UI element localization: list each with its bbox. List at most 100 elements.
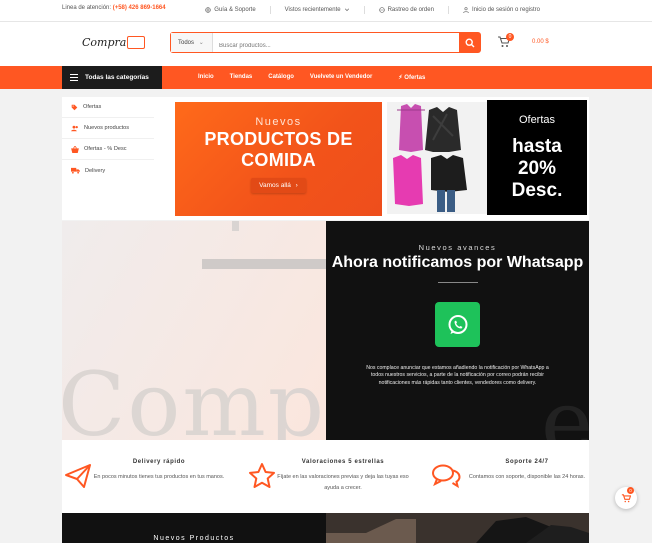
search-bar: Todos ⌄ xyxy=(170,32,481,53)
discount-promo-banner[interactable]: Ofertas hasta 20% Desc. xyxy=(487,100,587,215)
menu-icon xyxy=(70,74,78,81)
food-promo-cta-label: Vamos allá xyxy=(259,182,291,189)
sidebar-item-delivery[interactable]: Delivery xyxy=(62,160,154,181)
hotline-number[interactable]: (+58) 426 869-1664 xyxy=(113,5,166,11)
clothing-image xyxy=(387,102,487,214)
divider xyxy=(269,6,271,14)
feature-title: Soporte 24/7 xyxy=(505,459,549,465)
cart-icon xyxy=(621,493,631,502)
hotline-label: Linea de atención: xyxy=(62,5,112,11)
feature-ratings: Valoraciones 5 estrellas Fíjate en las v… xyxy=(246,440,421,513)
globe-icon xyxy=(205,7,211,13)
lightning-icon: ⚡︎ xyxy=(398,75,403,81)
feature-description: En pocos minutos tienes tus productos en… xyxy=(93,474,225,480)
top-bar: Linea de atención: (+58) 426 869-1664 Gu… xyxy=(0,0,652,22)
hero-description: Nos complace anunciar que estamos añadie… xyxy=(366,365,549,386)
login-register-link[interactable]: Inicio de sesión o registro xyxy=(463,6,540,14)
whatsapp-hero: Compra e Nuevos avances Ahora notificamo… xyxy=(62,221,589,440)
divider xyxy=(447,6,449,14)
cart-count-badge: 0 xyxy=(506,33,514,41)
guide-support-label: Guía & Soporte xyxy=(214,7,256,13)
shoes-image xyxy=(326,513,589,543)
hero-title: Ahora notificamos por Whatsapp xyxy=(331,254,584,271)
nav-item-catalogo[interactable]: Catálogo xyxy=(268,74,294,81)
sidebar-item-descuento[interactable]: Ofertas - % Desc xyxy=(62,139,154,160)
food-promo-cta-button[interactable]: Vamos allá › xyxy=(251,178,306,193)
hero-eyebrow: Nuevos avances xyxy=(418,243,497,252)
new-products-banner[interactable]: Nuevos Productos xyxy=(62,513,326,543)
hero-brand-panel: Compra xyxy=(62,221,326,440)
nav-item-ofertas[interactable]: ⚡︎ Ofertas xyxy=(398,74,425,81)
sidebar-item-label: Ofertas xyxy=(83,104,102,110)
new-products-title: Nuevos Productos xyxy=(153,535,235,542)
users-icon xyxy=(71,125,78,131)
discount-promo-value: hasta 20% Desc. xyxy=(487,136,587,202)
guide-support-link[interactable]: Guía & Soporte xyxy=(205,6,256,14)
globe-icon xyxy=(378,7,385,13)
feature-description: Fíjate en las valoraciones previas y dej… xyxy=(277,474,409,491)
feature-title: Delivery rápido xyxy=(132,459,186,465)
recently-viewed-link[interactable]: Vistos recientemente xyxy=(285,6,350,14)
paper-plane-icon xyxy=(62,460,94,492)
search-category-label: Todos xyxy=(178,40,195,46)
search-button[interactable] xyxy=(459,33,480,52)
hotline: Linea de atención: (+58) 426 869-1664 xyxy=(62,5,166,11)
truck-icon xyxy=(71,167,80,174)
search-category-select[interactable]: Todos ⌄ xyxy=(171,33,213,52)
hero-announcement-panel: e Nuevos avances Ahora notificamos por W… xyxy=(326,221,589,440)
feature-description: Contamos con soporte, disponible las 24 … xyxy=(468,474,586,480)
nav-item-vendedor[interactable]: Vuelvete un Vendedor xyxy=(310,74,372,81)
chevron-down-icon xyxy=(344,8,349,12)
shopping-bag-icon xyxy=(127,35,146,49)
decor-shape xyxy=(232,221,239,231)
discount-promo-line: Desc. xyxy=(511,180,563,201)
top-links: Guía & Soporte Vistos recientemente Rast… xyxy=(205,6,540,14)
header-cart[interactable]: 0 0.00 $ xyxy=(497,33,549,48)
category-sidebar: Ofertas Nuevos productos Ofertas - % Des… xyxy=(62,97,162,220)
shoes-banner-image[interactable] xyxy=(326,513,589,543)
order-tracking-link[interactable]: Rastreo de orden xyxy=(378,6,434,14)
sidebar-item-label: Ofertas - % Desc xyxy=(84,146,127,152)
user-icon xyxy=(463,7,469,13)
brand-watermark: e xyxy=(541,371,589,440)
logo-text: Compra xyxy=(82,36,127,49)
decor-shape xyxy=(202,259,326,269)
nav-menu: Inicio Tiendas Catálogo Vuelvete un Vend… xyxy=(198,74,425,81)
sidebar-item-nuevos[interactable]: Nuevos productos xyxy=(62,118,154,139)
food-promo-title: PRODUCTOS DE COMIDA xyxy=(204,129,353,170)
all-categories-label: Todas las categorías xyxy=(85,74,149,81)
star-icon xyxy=(246,460,278,492)
food-promo-banner[interactable]: Nuevos PRODUCTOS DE COMIDA Vamos allá › xyxy=(175,102,382,216)
main-nav: Todas las categorías Inicio Tiendas Catá… xyxy=(0,66,652,89)
tag-icon xyxy=(71,104,78,110)
chat-bubbles-icon xyxy=(430,460,462,492)
sidebar-item-label: Nuevos productos xyxy=(84,125,130,131)
food-promo-eyebrow: Nuevos xyxy=(255,116,302,128)
search-icon xyxy=(464,37,474,47)
feature-support: Soporte 24/7 Contamos con soporte, dispo… xyxy=(430,440,605,513)
nav-item-ofertas-label: Ofertas xyxy=(404,75,426,81)
login-register-label: Inicio de sesión o registro xyxy=(471,7,540,13)
basket-icon xyxy=(71,145,79,153)
search-input[interactable] xyxy=(213,33,459,52)
clothing-promo-image[interactable] xyxy=(387,102,487,214)
sidebar-item-ofertas[interactable]: Ofertas xyxy=(62,97,154,118)
chevron-right-icon: › xyxy=(295,182,298,189)
brand-watermark: Compra xyxy=(62,353,326,440)
nav-item-inicio[interactable]: Inicio xyxy=(198,74,214,81)
discount-promo-line: 20% xyxy=(517,158,557,179)
features-strip: Delivery rápido En pocos minutos tienes … xyxy=(62,440,589,513)
order-tracking-label: Rastreo de orden xyxy=(387,7,434,13)
logo[interactable]: Compra xyxy=(82,35,146,50)
cart-total: 0.00 $ xyxy=(532,39,549,45)
all-categories-button[interactable]: Todas las categorías xyxy=(62,66,162,89)
header: Compra Todos ⌄ 0 0.00 $ xyxy=(0,22,652,66)
feature-title: Valoraciones 5 estrellas xyxy=(301,459,385,465)
floating-cart-badge: 0 xyxy=(627,487,634,494)
floating-cart-button[interactable]: 0 xyxy=(615,487,637,509)
whatsapp-icon xyxy=(435,302,480,347)
nav-item-tiendas[interactable]: Tiendas xyxy=(230,74,253,81)
sidebar-item-label: Delivery xyxy=(85,167,106,174)
feature-delivery: Delivery rápido En pocos minutos tienes … xyxy=(62,440,237,513)
divider xyxy=(363,6,365,14)
